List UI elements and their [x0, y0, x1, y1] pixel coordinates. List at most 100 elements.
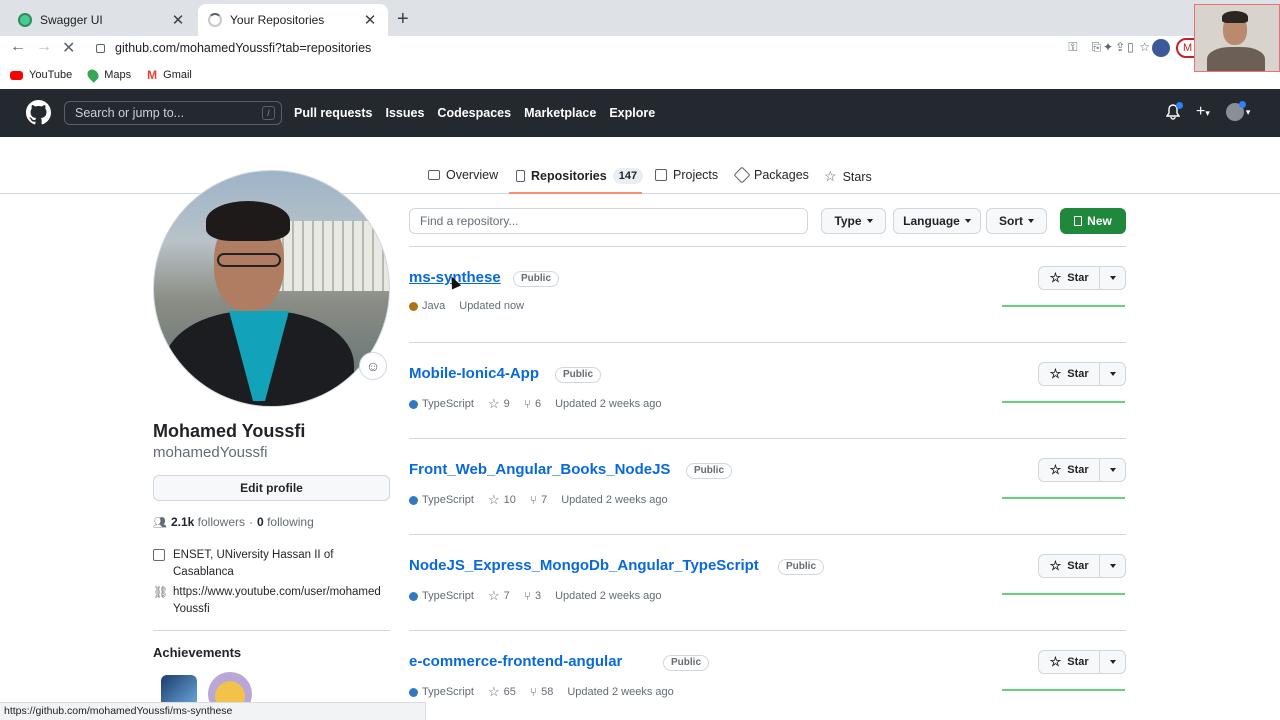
repo-name-link[interactable]: NodeJS_Express_MongoDb_Angular_TypeScrip…: [409, 557, 759, 574]
github-search-input[interactable]: Search or jump to... /: [64, 101, 282, 125]
browser-tab-repositories[interactable]: Your Repositories ✕: [198, 4, 388, 36]
bookmarks-bar: YouTube Maps M Gmail: [0, 64, 1280, 86]
activity-sparkline: [1002, 689, 1125, 691]
close-icon[interactable]: ✕: [170, 11, 186, 29]
repo-list-item: Front_Web_Angular_Books_NodeJS Public Ty…: [409, 439, 1126, 535]
repo-stars-link[interactable]: ☆ 10: [488, 492, 516, 508]
bookmark-maps[interactable]: Maps: [85, 67, 132, 83]
github-logo-icon[interactable]: [26, 100, 51, 125]
star-button[interactable]: ☆ Star: [1039, 651, 1101, 673]
nav-issues[interactable]: Issues: [386, 106, 425, 120]
key-icon[interactable]: ⚿: [1068, 40, 1077, 55]
updated-time: Updated 2 weeks ago: [555, 590, 662, 602]
close-icon[interactable]: ✕: [362, 11, 378, 29]
nav-pull-requests[interactable]: Pull requests: [294, 106, 373, 120]
repo-forks-link[interactable]: ⑂ 6: [524, 397, 541, 411]
repo-stars-link[interactable]: ☆ 9: [488, 396, 510, 412]
puzzle-icon[interactable]: ✦: [1103, 40, 1113, 54]
star-list-dropdown[interactable]: [1100, 459, 1125, 481]
filter-label: Sort: [999, 214, 1023, 228]
visibility-badge: Public: [686, 463, 733, 479]
tab-repositories[interactable]: Repositories 147: [516, 168, 644, 184]
browser-tab-swagger[interactable]: Swagger UI ✕: [8, 4, 196, 36]
repo-name-link[interactable]: e-commerce-frontend-angular: [409, 653, 622, 670]
star-list-dropdown[interactable]: [1100, 555, 1125, 577]
visibility-badge: Public: [555, 367, 602, 383]
star-list-dropdown[interactable]: [1100, 267, 1125, 289]
bookmark-label: Gmail: [163, 69, 192, 81]
create-new-plus-icon[interactable]: +▾: [1196, 103, 1210, 121]
type-filter-button[interactable]: Type: [821, 208, 886, 234]
repo-language: TypeScript: [409, 686, 474, 698]
find-repository-input[interactable]: Find a repository...: [409, 208, 808, 234]
sort-filter-button[interactable]: Sort: [986, 208, 1047, 234]
activity-sparkline: [1002, 305, 1125, 307]
filter-label: Language: [903, 214, 960, 228]
chevron-down-icon: [1109, 564, 1116, 568]
profile-avatar[interactable]: [153, 170, 390, 407]
nav-explore[interactable]: Explore: [609, 106, 655, 120]
profile-username: mohamedYoussfi: [153, 444, 268, 461]
repo-stars-link[interactable]: ☆ 65: [488, 684, 516, 700]
set-status-smiley-icon[interactable]: ☺: [359, 352, 387, 380]
repo-forks-link[interactable]: ⑂ 3: [524, 589, 541, 603]
organization-text: ENSET, UNiversity Hassan II of Casablanc…: [173, 549, 334, 578]
tab-projects[interactable]: Projects: [655, 168, 718, 182]
edit-profile-button[interactable]: Edit profile: [153, 475, 390, 501]
star-button[interactable]: ☆ Star: [1039, 267, 1101, 289]
repo-stars-link[interactable]: ☆ 7: [488, 588, 510, 604]
chevron-down-icon: [1109, 660, 1116, 664]
repo-meta: Java Updated now: [409, 300, 524, 312]
repo-forks-link[interactable]: ⑂ 7: [530, 493, 547, 507]
people-icon: 👥︎: [153, 516, 167, 529]
notifications-bell-icon[interactable]: [1165, 102, 1183, 120]
updated-time: Updated now: [459, 300, 525, 312]
fork-icon: ⑂: [523, 589, 531, 603]
star-button[interactable]: ☆ Star: [1039, 459, 1101, 481]
youtube-icon: [10, 70, 23, 80]
language-color-dot: [409, 591, 418, 601]
tab-packages[interactable]: Packages: [733, 166, 809, 184]
repo-meta: TypeScript ☆ 7 ⑂ 3 Updated 2 weeks ago: [409, 588, 662, 604]
star-label: Star: [1067, 464, 1089, 476]
following-link[interactable]: 0 following: [257, 515, 314, 529]
website-link[interactable]: https://www.youtube.com/user/mohamedYous…: [173, 584, 388, 618]
translate-icon[interactable]: ⎘: [1092, 40, 1102, 55]
tab-stars[interactable]: ☆ Stars: [824, 168, 872, 185]
address-bar[interactable]: github.com/mohamedYoussfi?tab=repositori…: [90, 36, 1180, 60]
chevron-down-icon: [1109, 468, 1116, 472]
nav-marketplace[interactable]: Marketplace: [524, 106, 596, 120]
follow-stats: 👥︎ 2.1k followers · 0 following: [153, 515, 314, 529]
forward-icon[interactable]: →: [36, 38, 52, 56]
language-filter-button[interactable]: Language: [893, 208, 981, 234]
browser-avatar[interactable]: [1152, 39, 1170, 57]
side-panel-icon[interactable]: ▯: [1127, 40, 1134, 54]
chevron-down-icon: ▾: [1245, 106, 1251, 117]
repo-name-link[interactable]: Front_Web_Angular_Books_NodeJS: [409, 461, 670, 478]
updated-time: Updated 2 weeks ago: [561, 494, 668, 506]
star-list-dropdown[interactable]: [1100, 651, 1125, 673]
bookmark-gmail[interactable]: M Gmail: [147, 68, 192, 82]
new-repository-button[interactable]: New: [1060, 208, 1126, 234]
user-menu[interactable]: ▾: [1225, 101, 1251, 121]
followers-link[interactable]: 2.1k followers: [171, 515, 245, 529]
new-tab-icon[interactable]: +: [397, 8, 409, 30]
forks-count: 6: [534, 398, 542, 410]
tab-label: Stars: [842, 169, 872, 184]
tab-overview[interactable]: Overview: [428, 168, 498, 182]
bookmark-youtube[interactable]: YouTube: [10, 69, 72, 81]
nav-codespaces[interactable]: Codespaces: [437, 106, 511, 120]
star-icon: ☆: [824, 168, 837, 184]
forks-count: 7: [541, 494, 548, 506]
star-button[interactable]: ☆ Star: [1039, 555, 1101, 577]
repo-forks-link[interactable]: ⑂ 58: [530, 685, 553, 699]
repo-name-link[interactable]: Mobile-Ionic4-App: [409, 365, 539, 382]
repo-meta: TypeScript ☆ 10 ⑂ 7 Updated 2 weeks ago: [409, 492, 668, 508]
star-button[interactable]: ☆ Star: [1039, 363, 1101, 385]
fork-icon: ⑂: [523, 397, 531, 411]
chevron-down-icon: [964, 219, 971, 223]
star-list-dropdown[interactable]: [1100, 363, 1125, 385]
back-icon[interactable]: ←: [10, 38, 26, 56]
bookmark-label: Maps: [104, 69, 132, 81]
stop-icon[interactable]: ✕: [62, 38, 75, 58]
